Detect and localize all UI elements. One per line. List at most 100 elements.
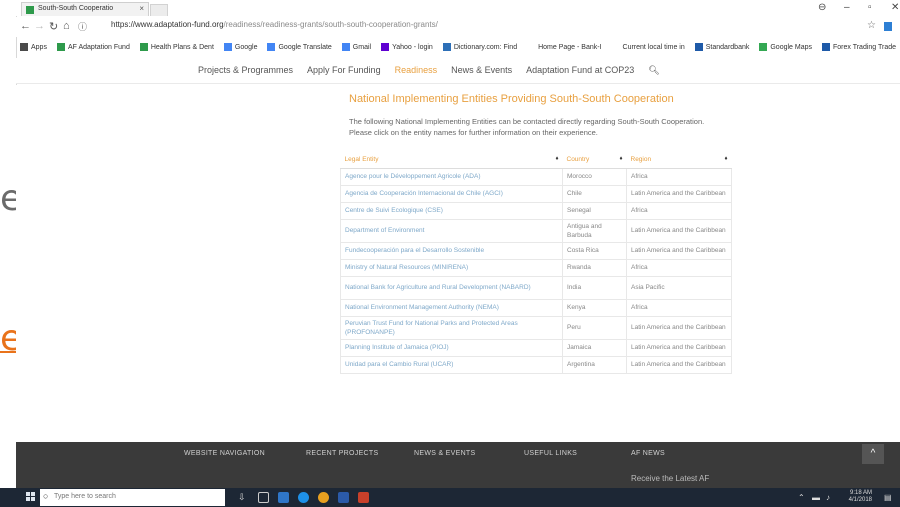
- maximize-icon[interactable]: ▫: [868, 2, 872, 13]
- chrome-icon[interactable]: [318, 492, 329, 503]
- cell-country: Peru: [562, 315, 627, 340]
- bookmark-item[interactable]: Standardbank: [694, 43, 749, 51]
- bookmark-icon: [341, 43, 350, 51]
- url-field[interactable]: https://www.adaptation-fund.org/readines…: [111, 20, 438, 29]
- info-icon[interactable]: ⓘ: [78, 20, 87, 33]
- extension-icon[interactable]: [884, 22, 892, 31]
- taskbar-search[interactable]: ○ Type here to search: [40, 489, 225, 506]
- bookmark-star-icon[interactable]: ☆: [867, 20, 876, 31]
- favicon-icon: [26, 6, 34, 14]
- cell-entity[interactable]: Unidad para el Cambio Rural (UCAR): [340, 355, 563, 374]
- bookmark-item[interactable]: AF Adaptation Fund: [56, 43, 130, 51]
- cell-entity[interactable]: Centre de Suivi Ecologique (CSE): [340, 201, 563, 220]
- bookmarks-bar: Apps AF Adaptation Fund Health Plans & Den…: [16, 38, 900, 56]
- close-window-icon[interactable]: ✕: [891, 2, 899, 13]
- microphone-icon[interactable]: ⇩: [238, 492, 249, 503]
- back-icon[interactable]: ←: [20, 20, 31, 32]
- nav-item[interactable]: Projects & Programmes: [198, 65, 293, 76]
- bookmark-item[interactable]: Health Plans & Dent: [139, 43, 214, 51]
- volume-icon[interactable]: ♪: [826, 493, 830, 502]
- bookmark-icon: [381, 43, 390, 51]
- cell-entity[interactable]: Peruvian Trust Fund for National Parks a…: [340, 315, 563, 340]
- bookmark-item[interactable]: Home Page - Bank-I: [527, 43, 602, 51]
- url-path: /readiness/readiness-grants/south-south-…: [223, 20, 438, 29]
- bookmark-label: Google Translate: [278, 43, 332, 51]
- minimize-icon[interactable]: –: [844, 2, 850, 13]
- sort-icon[interactable]: ♦: [724, 156, 727, 162]
- clock[interactable]: 9:18 AM 4/1/2018: [849, 490, 872, 504]
- site-nav: Projects & Programmes Apply For Funding Re…: [16, 58, 900, 84]
- nav-item[interactable]: News & Events: [451, 65, 512, 76]
- word-icon[interactable]: [338, 492, 349, 503]
- sort-icon[interactable]: ♦: [555, 156, 558, 162]
- table-row: Ministry of Natural Resources (MINIRENA)…: [340, 258, 732, 277]
- bookmark-icon: [611, 43, 620, 51]
- cell-entity[interactable]: National Bank for Agriculture and Rural …: [340, 275, 563, 300]
- footer-heading: RECENT PROJECTS: [306, 450, 379, 457]
- cell-region: Latin America and the Caribbean: [626, 184, 732, 203]
- bookmark-item[interactable]: Google Translate: [267, 43, 332, 51]
- nav-item[interactable]: Adaptation Fund at COP23: [526, 65, 634, 76]
- cell-entity[interactable]: Agence pour le Développement Agricole (A…: [340, 167, 563, 186]
- cell-region: Latin America and the Caribbean: [626, 241, 732, 260]
- bookmark-item[interactable]: Gmail: [341, 43, 371, 51]
- browser-tab[interactable]: South-South Cooperatio ×: [21, 2, 149, 16]
- column-header-region[interactable]: Region ♦: [626, 151, 732, 169]
- bookmark-item[interactable]: Google: [223, 43, 258, 51]
- cell-country: Chile: [562, 184, 627, 203]
- bookmark-item[interactable]: Forex Trading Trade: [822, 43, 896, 51]
- footer-news-teaser[interactable]: Receive the Latest AF: [631, 474, 709, 483]
- bookmark-icon: [139, 43, 148, 51]
- site-footer: WEBSITE NAVIGATION RECENT PROJECTS NEWS …: [16, 442, 900, 488]
- url-host: https://www.adaptation-fund.org: [111, 20, 224, 29]
- entities-table: Legal Entity ♦ Country ♦ Region ♦ Agence po…: [340, 151, 732, 374]
- bookmark-label: Apps: [31, 43, 47, 51]
- tab-title: South-South Cooperatio: [38, 5, 114, 12]
- windows-start-icon[interactable]: [26, 492, 36, 502]
- sort-icon[interactable]: ♦: [619, 156, 622, 162]
- cell-region: Africa: [626, 258, 732, 277]
- profile-icon[interactable]: ⊖: [818, 2, 826, 13]
- column-header-country[interactable]: Country ♦: [562, 151, 627, 169]
- bookmark-item[interactable]: Dictionary.com: Find: [442, 43, 518, 51]
- table-row: Peruvian Trust Fund for National Parks a…: [340, 315, 732, 340]
- scroll-top-button[interactable]: ^: [862, 444, 884, 464]
- network-icon[interactable]: ⌃: [798, 493, 805, 502]
- nav-item[interactable]: Apply For Funding: [307, 65, 381, 76]
- column-header-entity[interactable]: Legal Entity ♦: [340, 151, 563, 169]
- powerpoint-icon[interactable]: [358, 492, 369, 503]
- battery-icon[interactable]: ▬: [812, 493, 820, 502]
- cell-entity[interactable]: Ministry of Natural Resources (MINIRENA): [340, 258, 563, 277]
- cell-country: Senegal: [562, 201, 627, 220]
- cell-entity[interactable]: Fundecooperación para el Desarrollo Sost…: [340, 241, 563, 260]
- bookmark-label: Yahoo - login: [392, 43, 433, 51]
- search-icon[interactable]: 🔍︎: [648, 65, 659, 76]
- bookmark-icon: [20, 43, 28, 51]
- bookmark-item[interactable]: Google Maps: [759, 43, 812, 51]
- bookmark-item[interactable]: Current local time in: [611, 43, 685, 51]
- notifications-icon[interactable]: ▤: [884, 493, 892, 502]
- footer-heading: NEWS & EVENTS: [414, 450, 476, 457]
- nav-item[interactable]: Readiness: [395, 65, 438, 76]
- tab-close-icon[interactable]: ×: [139, 4, 144, 13]
- task-view-icon[interactable]: [258, 492, 269, 503]
- new-tab-button[interactable]: [150, 4, 168, 16]
- reload-icon[interactable]: ↻: [49, 20, 58, 33]
- edge-icon[interactable]: [298, 492, 309, 503]
- store-icon[interactable]: [278, 492, 289, 503]
- bookmark-item[interactable]: Yahoo - login: [381, 43, 433, 51]
- table-row: Planning Institute of Jamaica (PIOJ) Jama…: [340, 338, 732, 357]
- cell-entity[interactable]: Department of Environment: [340, 218, 563, 243]
- cell-entity[interactable]: Agencia de Cooperación Internacional de …: [340, 184, 563, 203]
- bookmark-label: Google: [234, 43, 258, 51]
- table-row: Agence pour le Développement Agricole (A…: [340, 167, 732, 186]
- bookmark-label: Current local time in: [622, 43, 685, 51]
- cell-entity[interactable]: Planning Institute of Jamaica (PIOJ): [340, 338, 563, 357]
- browser-tab-strip: South-South Cooperatio × ⊖ – ▫ ✕: [16, 0, 900, 16]
- table-row: Agencia de Cooperación Internacional de …: [340, 184, 732, 203]
- bookmark-item[interactable]: Apps: [20, 43, 47, 51]
- bookmark-label: Dictionary.com: Find: [453, 43, 518, 51]
- forward-icon[interactable]: →: [34, 20, 45, 32]
- home-icon[interactable]: ⌂: [63, 20, 70, 32]
- cell-entity[interactable]: National Environment Management Authorit…: [340, 298, 563, 317]
